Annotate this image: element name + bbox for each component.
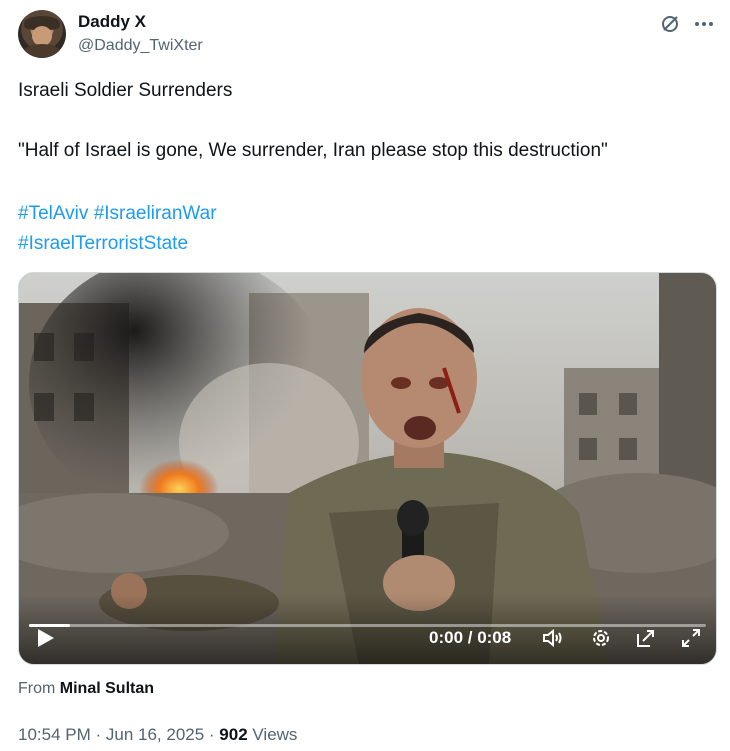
avatar[interactable] xyxy=(18,10,66,58)
hashtag-link[interactable]: #IsraeliranWar xyxy=(94,203,217,224)
hashtag-link[interactable]: #IsraelTerroristState xyxy=(18,233,188,254)
tweet-meta: 10:54 PM · Jun 16, 2025 · 902 Views xyxy=(18,725,297,745)
video-time: 0:00 / 0:08 xyxy=(429,628,512,647)
settings-icon[interactable] xyxy=(589,626,613,650)
tweet-text-line-1: Israeli Soldier Surrenders xyxy=(18,80,233,101)
views-count: 902 xyxy=(219,725,248,744)
media-source: From Minal Sultan xyxy=(18,680,154,698)
more-icon[interactable] xyxy=(692,12,716,36)
timestamp-link[interactable]: 10:54 PM · Jun 16, 2025 · xyxy=(18,725,219,744)
author-handle[interactable]: @Daddy_TwiXter xyxy=(78,37,203,55)
from-prefix: From xyxy=(18,680,56,697)
video-player[interactable]: 0:00 / 0:08 xyxy=(18,272,717,665)
hashtag-list: #TelAviv #IsraeliranWar #IsraelTerrorist… xyxy=(18,199,217,259)
views-label: Views xyxy=(247,725,298,744)
tweet-card: Daddy X @Daddy_TwiXter Israeli Soldier S… xyxy=(0,0,730,751)
grok-icon[interactable] xyxy=(658,12,682,36)
video-controls: 0:00 / 0:08 xyxy=(19,594,716,664)
hashtag-link[interactable]: #TelAviv xyxy=(18,203,88,224)
pip-icon[interactable] xyxy=(634,626,658,650)
source-account-link[interactable]: Minal Sultan xyxy=(60,680,154,697)
play-icon[interactable] xyxy=(33,626,57,650)
author-name[interactable]: Daddy X xyxy=(78,12,146,32)
header-actions xyxy=(658,12,716,36)
fullscreen-icon[interactable] xyxy=(679,626,703,650)
tweet-text-line-2: "Half of Israel is gone, We surrender, I… xyxy=(18,140,608,161)
volume-icon[interactable] xyxy=(541,626,565,650)
